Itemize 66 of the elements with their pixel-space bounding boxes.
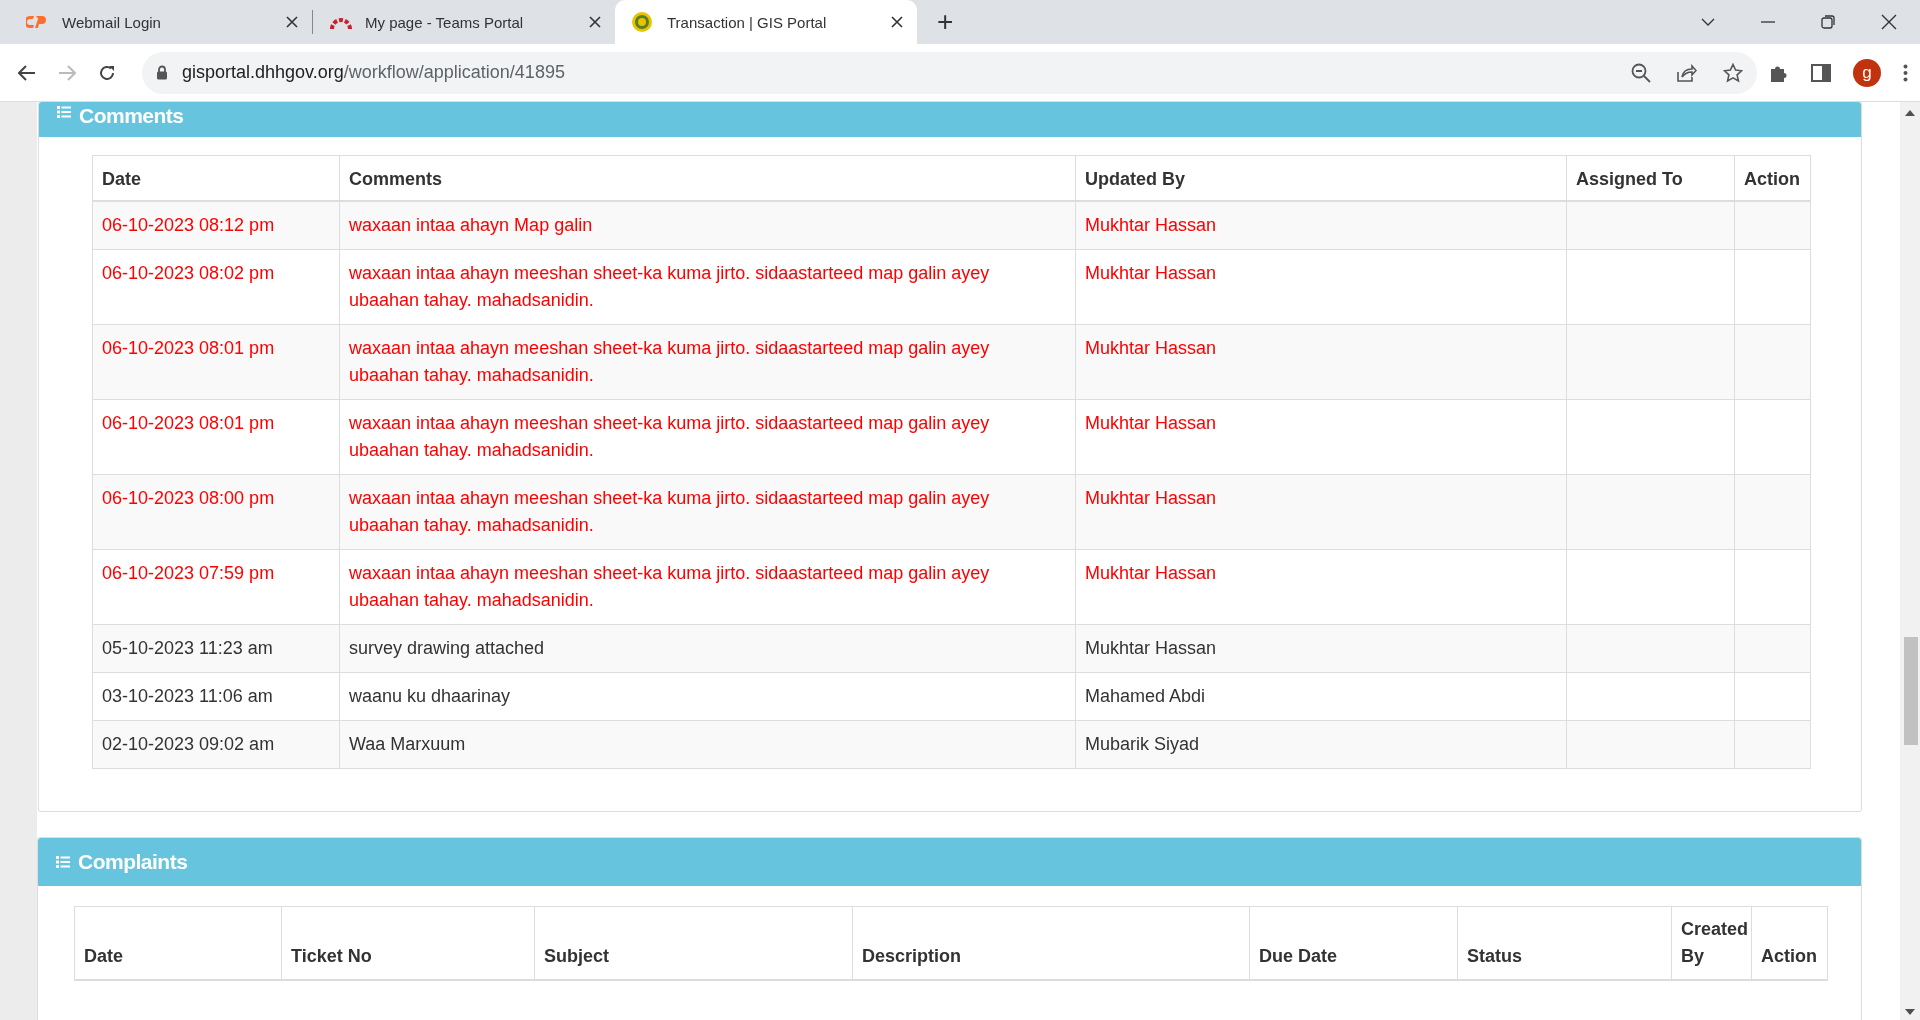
table-cell: Mukhtar Hassan	[1075, 201, 1567, 250]
list-icon	[57, 106, 71, 118]
table-cell: Mukhtar Hassan	[1075, 474, 1567, 550]
star-icon[interactable]	[1723, 62, 1743, 83]
panel-title: Complaints	[78, 850, 188, 874]
scroll-up-icon[interactable]	[1905, 110, 1915, 116]
table-cell: 06-10-2023 08:12 pm	[92, 201, 340, 250]
profile-avatar[interactable]: g	[1853, 58, 1881, 87]
table-cell: Mukhtar Hassan	[1075, 549, 1567, 625]
restore-icon[interactable]	[1821, 15, 1835, 29]
back-arrow-icon[interactable]	[18, 64, 36, 81]
table-cell: Mukhtar Hassan	[1075, 624, 1567, 673]
scroll-down-icon[interactable]	[1905, 1009, 1915, 1015]
close-icon[interactable]	[1881, 14, 1897, 30]
zoom-out-icon[interactable]	[1631, 62, 1651, 83]
table-cell: Mahamed Abdi	[1075, 672, 1567, 721]
sidebar-icon[interactable]	[1811, 63, 1831, 82]
table-cell: Mubarik Siyad	[1075, 720, 1567, 769]
column-header: Status	[1457, 906, 1672, 980]
column-header: Action	[1751, 906, 1828, 980]
column-header: Date	[74, 906, 282, 980]
seal-icon	[631, 11, 653, 33]
browser-tab[interactable]: My page - Teams Portal	[313, 0, 615, 44]
share-icon[interactable]	[1677, 63, 1697, 82]
panel-title: Comments	[79, 104, 184, 128]
new-tab-button[interactable]: +	[933, 8, 958, 36]
table-cell: waxaan intaa ahayn Map galin	[339, 201, 1076, 250]
reload-icon[interactable]	[98, 63, 116, 82]
lock-icon	[156, 65, 168, 80]
column-header: Due Date	[1249, 906, 1458, 980]
table-cell: 06-10-2023 07:59 pm	[92, 549, 340, 625]
column-header: Created By	[1671, 906, 1752, 980]
table-cell: survey drawing attached	[339, 624, 1076, 673]
scrollbar[interactable]	[1900, 102, 1920, 1020]
column-header: Ticket No	[281, 906, 535, 980]
table-cell: waxaan intaa ahayn meeshan sheet-ka kuma jirto. sidaastarteed map galin ayey ubaahan tahay. mahadsanidin.	[339, 324, 1076, 400]
table-cell: waanu ku dhaarinay	[339, 672, 1076, 721]
table-cell: 06-10-2023 08:00 pm	[92, 474, 340, 550]
list-icon	[56, 856, 70, 868]
table-cell: waxaan intaa ahayn meeshan sheet-ka kuma jirto. sidaastarteed map galin ayey ubaahan tahay. mahadsanidin.	[339, 549, 1076, 625]
table-cell: waxaan intaa ahayn meeshan sheet-ka kuma jirto. sidaastarteed map galin ayey ubaahan tahay. mahadsanidin.	[339, 399, 1076, 475]
column-header: Description	[852, 906, 1250, 980]
table-cell: waxaan intaa ahayn meeshan sheet-ka kuma jirto. sidaastarteed map galin ayey ubaahan tahay. mahadsanidin.	[339, 249, 1076, 325]
close-icon[interactable]	[589, 16, 601, 28]
scrollbar-thumb[interactable]	[1904, 637, 1918, 745]
browser-tab[interactable]: Webmail Login	[10, 0, 312, 44]
close-icon[interactable]	[286, 16, 298, 28]
table-cell: Mukhtar Hassan	[1075, 324, 1567, 400]
table-cell: Mukhtar Hassan	[1075, 249, 1567, 325]
address-bar[interactable]: gisportal.dhhgov.org/workflow/application/41895	[142, 51, 1757, 94]
close-icon[interactable]	[891, 16, 903, 28]
table-cell: Waa Marxuum	[339, 720, 1076, 769]
table-cell: 02-10-2023 09:02 am	[92, 720, 340, 769]
table-cell: 06-10-2023 08:01 pm	[92, 324, 340, 400]
url-text: gisportal.dhhgov.org/workflow/application/41895	[182, 62, 565, 83]
table-cell: 06-10-2023 08:02 pm	[92, 249, 340, 325]
table-cell: 03-10-2023 11:06 am	[92, 672, 340, 721]
logo-icon	[26, 14, 48, 30]
column-header: Subject	[534, 906, 853, 980]
table-cell: 05-10-2023 11:23 am	[92, 624, 340, 673]
browser-tab[interactable]: Transaction | GIS Portal	[615, 0, 917, 44]
table-cell: Mukhtar Hassan	[1075, 399, 1567, 475]
more-menu-icon[interactable]	[1903, 63, 1908, 82]
table-cell: 06-10-2023 08:01 pm	[92, 399, 340, 475]
chevron-down-icon[interactable]	[1701, 18, 1715, 26]
table-cell: waxaan intaa ahayn meeshan sheet-ka kuma jirto. sidaastarteed map galin ayey ubaahan tahay. mahadsanidin.	[339, 474, 1076, 550]
